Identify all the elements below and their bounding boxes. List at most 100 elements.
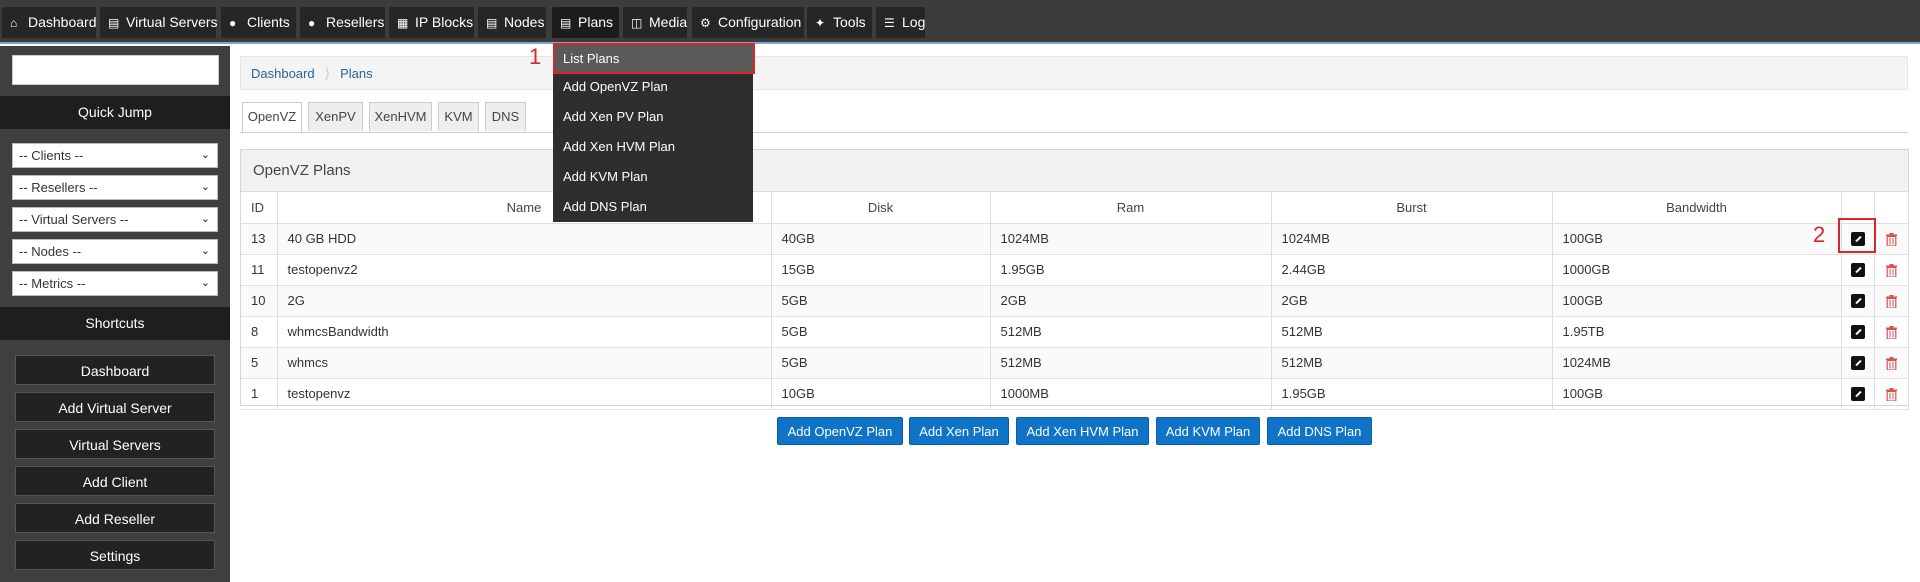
add-openvz-plan-button[interactable]: Add OpenVZ Plan	[777, 417, 903, 445]
menu-item-add-xen-hvm-plan[interactable]: Add Xen HVM Plan	[553, 132, 753, 162]
table-row: 5 whmcs 5GB 512MB 512MB 1024MB	[241, 347, 1909, 379]
shortcut-dashboard-button[interactable]: Dashboard	[15, 355, 215, 385]
resellers-select[interactable]: -- Resellers -- ⌄	[12, 175, 218, 200]
trash-icon[interactable]	[1885, 326, 1897, 340]
nav-dashboard[interactable]: ⌂ Dashboard	[2, 7, 97, 38]
cell-disk: 5GB	[771, 285, 991, 317]
metrics-select[interactable]: -- Metrics -- ⌄	[12, 271, 218, 296]
clients-select[interactable]: -- Clients -- ⌄	[12, 143, 218, 168]
cell-edit	[1841, 378, 1875, 410]
edit-icon[interactable]	[1850, 387, 1865, 402]
cell-disk: 5GB	[771, 347, 991, 379]
sidebar: Quick Jump -- Clients -- ⌄ -- Resellers -…	[0, 46, 230, 582]
list-icon: ▤	[560, 16, 572, 30]
cell-ram: 512MB	[990, 316, 1272, 348]
tab-kvm[interactable]: KVM	[438, 102, 479, 131]
add-xen-hvm-plan-button[interactable]: Add Xen HVM Plan	[1016, 417, 1149, 445]
virtual-servers-select[interactable]: -- Virtual Servers -- ⌄	[12, 207, 218, 232]
shortcut-add-client-button[interactable]: Add Client	[15, 466, 215, 496]
table-header-row: ID Name Disk Ram Burst Bandwidth	[241, 192, 1909, 224]
shortcut-add-virtual-server-button[interactable]: Add Virtual Server	[15, 392, 215, 422]
openvz-plans-panel: OpenVZ Plans ID Name Disk Ram Burst Band…	[240, 149, 1909, 410]
edit-icon[interactable]	[1850, 294, 1865, 309]
annotation-step-2: 2	[1813, 222, 1826, 247]
column-header-delete	[1874, 192, 1909, 224]
tab-openvz[interactable]: OpenVZ	[242, 102, 302, 132]
nav-ip-blocks[interactable]: ▦ IP Blocks	[389, 7, 474, 38]
cell-disk: 5GB	[771, 316, 991, 348]
menu-item-add-openvz-plan[interactable]: Add OpenVZ Plan	[553, 72, 753, 102]
trash-icon[interactable]	[1885, 388, 1897, 402]
menu-item-add-xen-pv-plan[interactable]: Add Xen PV Plan	[553, 102, 753, 132]
trash-icon[interactable]	[1885, 264, 1897, 278]
breadcrumb-plans-link[interactable]: Plans	[340, 66, 373, 81]
nav-virtual-servers[interactable]: ▤ Virtual Servers	[100, 7, 218, 38]
nav-clients[interactable]: ● Clients	[221, 7, 296, 38]
cell-disk: 40GB	[771, 223, 991, 255]
table-row: 11 testopenvz2 15GB 1.95GB 2.44GB 1000GB	[241, 254, 1909, 286]
quick-jump-header: Quick Jump	[0, 96, 230, 129]
edit-icon[interactable]	[1850, 356, 1865, 371]
cell-burst: 2.44GB	[1271, 254, 1553, 286]
nav-log[interactable]: ☰ Log	[876, 7, 925, 38]
shortcut-settings-button[interactable]: Settings	[15, 540, 215, 570]
trash-icon[interactable]	[1885, 357, 1897, 371]
cell-edit	[1841, 347, 1875, 379]
cell-burst: 2GB	[1271, 285, 1553, 317]
nav-resellers[interactable]: ● Resellers	[300, 7, 385, 38]
cell-ram: 1.95GB	[990, 254, 1272, 286]
add-xen-plan-button[interactable]: Add Xen Plan	[909, 417, 1009, 445]
tab-xenhvm[interactable]: XenHVM	[369, 102, 432, 131]
nav-label: Media	[649, 14, 688, 30]
cell-bandwidth: 1024MB	[1552, 347, 1842, 379]
select-value: -- Clients --	[19, 148, 84, 163]
menu-item-add-kvm-plan[interactable]: Add KVM Plan	[553, 162, 753, 192]
user-icon: ●	[308, 16, 316, 30]
tab-dns[interactable]: DNS	[485, 102, 526, 131]
list-icon: ☰	[884, 16, 895, 30]
wrench-icon: ✦	[815, 16, 826, 30]
nav-plans[interactable]: ▤ Plans	[552, 7, 619, 38]
nav-label: Virtual Servers	[126, 14, 218, 30]
add-dns-plan-button[interactable]: Add DNS Plan	[1267, 417, 1372, 445]
nav-media[interactable]: ◫ Media	[623, 7, 687, 38]
table-row: 8 whmcsBandwidth 5GB 512MB 512MB 1.95TB	[241, 316, 1909, 348]
cell-name: testopenvz2	[277, 254, 772, 286]
trash-icon[interactable]	[1885, 233, 1897, 247]
cell-ram: 2GB	[990, 285, 1272, 317]
nav-tools[interactable]: ✦ Tools	[807, 7, 872, 38]
home-icon: ⌂	[10, 16, 18, 30]
table-row: 13 40 GB HDD 40GB 1024MB 1024MB 100GB	[241, 223, 1909, 255]
column-header-burst: Burst	[1271, 192, 1553, 224]
cell-bandwidth: 1.95TB	[1552, 316, 1842, 348]
nodes-select[interactable]: -- Nodes -- ⌄	[12, 239, 218, 264]
trash-icon[interactable]	[1885, 295, 1897, 309]
quick-search-input[interactable]	[12, 55, 219, 85]
shortcuts-header: Shortcuts	[0, 307, 230, 340]
cell-id: 10	[241, 285, 278, 317]
top-navigation-bar: ⌂ Dashboard ▤ Virtual Servers ● Clients ● Re…	[0, 0, 1920, 44]
cell-burst: 1024MB	[1271, 223, 1553, 255]
nav-label: Nodes	[504, 14, 545, 30]
edit-icon[interactable]	[1850, 263, 1865, 278]
menu-item-add-dns-plan[interactable]: Add DNS Plan	[553, 192, 753, 222]
breadcrumb-dashboard-link[interactable]: Dashboard	[251, 66, 315, 81]
cell-name: testopenvz	[277, 378, 772, 410]
cell-name: 40 GB HDD	[277, 223, 772, 255]
nav-configuration[interactable]: ⚙ Configuration	[692, 7, 804, 38]
edit-icon[interactable]	[1850, 325, 1865, 340]
select-value: -- Nodes --	[19, 244, 82, 259]
panel-title: OpenVZ Plans	[241, 150, 1908, 192]
tab-xenpv[interactable]: XenPV	[308, 102, 363, 131]
cell-disk: 15GB	[771, 254, 991, 286]
shortcut-virtual-servers-button[interactable]: Virtual Servers	[15, 429, 215, 459]
nav-label: Clients	[247, 14, 290, 30]
shortcut-add-reseller-button[interactable]: Add Reseller	[15, 503, 215, 533]
nav-label: Plans	[578, 14, 614, 30]
annotation-step-1: 1	[529, 44, 542, 69]
nav-label: Tools	[833, 14, 866, 30]
nav-nodes[interactable]: ▤ Nodes	[478, 7, 546, 38]
add-kvm-plan-button[interactable]: Add KVM Plan	[1156, 417, 1260, 445]
select-value: -- Resellers --	[19, 180, 98, 195]
server-icon: ▤	[108, 16, 120, 30]
